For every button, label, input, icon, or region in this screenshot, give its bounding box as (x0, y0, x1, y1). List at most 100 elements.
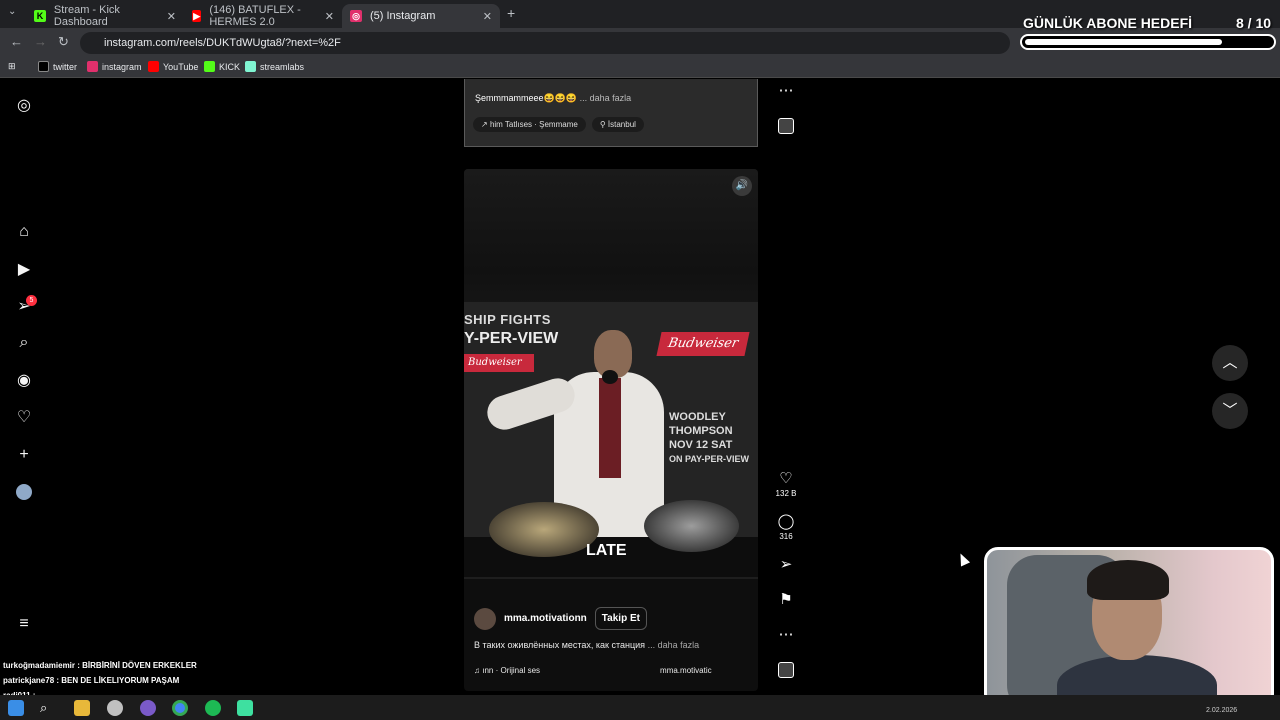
more-link[interactable]: ... daha fazla (580, 93, 632, 103)
more-link[interactable]: ... daha fazla (648, 640, 700, 650)
sponsor-logo: Budweiser (464, 354, 534, 372)
bookmark-kick[interactable]: KICK (204, 61, 240, 72)
bookmarks-bar: ⊞ twitter instagram YouTube KICK streaml… (0, 56, 1280, 78)
tab-title: Stream - Kick Dashboard (53, 4, 120, 28)
back-button[interactable]: ← (10, 34, 23, 49)
bookmark-streamlabs[interactable]: streamlabs (245, 61, 304, 72)
windows-taskbar: ⌕ 2.02.2026 (0, 695, 1280, 720)
chat-message: patrickjane78 : BEN DE LİKELIYORUM PAŞAM (3, 676, 180, 685)
bookmark-instagram[interactable]: instagram (87, 61, 142, 72)
username[interactable]: mma.motivationn (504, 613, 587, 624)
share-icon: ➢ (779, 556, 793, 573)
bookmark-twitter[interactable]: twitter (38, 61, 77, 72)
instagram-icon (87, 61, 98, 72)
audio-owner: mma.motivatic (660, 666, 712, 675)
banner-text: Y-PER-VIEW (464, 330, 559, 347)
video-frame: SHIP FIGHTS Y-PER-VIEW Budweiser Budweis… (464, 302, 758, 577)
current-reel[interactable]: 🔊 SHIP FIGHTS Y-PER-VIEW Budweiser Budwe… (464, 169, 758, 691)
reel-video[interactable]: 🔊 SHIP FIGHTS Y-PER-VIEW Budweiser Budwe… (464, 169, 758, 579)
kick-icon: K (34, 10, 46, 22)
tab-search-button[interactable]: ⌄ (8, 6, 16, 17)
microphone (602, 370, 618, 384)
banner-text: SHIP FIGHTS (464, 312, 551, 327)
sponsor-logo: Budweiser (656, 332, 750, 356)
audio-pill[interactable]: ↗ him Tatlıses · Şemmame (473, 117, 586, 132)
audio-label: ınn · Orijinal ses (482, 666, 541, 675)
bookmark-youtube[interactable]: YouTube (148, 61, 198, 72)
audio-label: him Tatlıses · Şemmame (489, 120, 578, 129)
avatar[interactable] (474, 607, 496, 630)
event-line: WOODLEY (669, 411, 726, 423)
reel-owner: mma.motivationn Takip Et (474, 607, 647, 630)
close-icon[interactable]: ✕ (325, 10, 334, 23)
menu-icon[interactable]: ≡ (14, 614, 34, 634)
home-icon[interactable]: ⌂ (14, 222, 34, 242)
event-line: NOV 12 SAT (669, 439, 733, 451)
share-button[interactable]: ➢ (772, 557, 800, 573)
volume-icon[interactable]: 🔊 (732, 176, 752, 196)
chat-message: turkoğmadamiemir : BİRBİRİNİ DÖVEN ERKEK… (3, 661, 197, 670)
previous-reel-button[interactable]: ︿ (1212, 345, 1248, 381)
next-reel-button[interactable]: ﹀ (1212, 393, 1248, 429)
search-icon[interactable]: ⌕ (14, 333, 34, 353)
spotify-icon[interactable] (205, 700, 221, 716)
location-pill[interactable]: ⚲ İstanbul (591, 117, 644, 132)
location-icon: ⚲ (599, 120, 608, 129)
heart-icon[interactable]: ♡ (14, 407, 34, 427)
create-icon[interactable]: + (14, 445, 34, 465)
chrome-icon[interactable] (172, 700, 188, 716)
search-icon[interactable]: ⌕ (40, 700, 56, 716)
bookmark-label: twitter (53, 61, 78, 72)
streamlabs-icon[interactable] (237, 700, 253, 716)
like-count: 132 B (775, 489, 797, 498)
bookmark-label: instagram (102, 61, 142, 72)
file-explorer-icon[interactable] (74, 700, 90, 716)
explore-icon[interactable]: ◉ (14, 370, 34, 390)
more-options-button[interactable]: ⋯ (772, 627, 800, 643)
streamer-hair (1087, 560, 1169, 600)
reel-audio[interactable]: ♫ ınn · Orijinal ses mma.motivatic (474, 666, 712, 675)
windows-start-icon[interactable] (8, 700, 24, 716)
comment-count: 316 (779, 532, 793, 541)
sidebar-nav: ◎ ⌂ ▶ ➢ 5 ⌕ ◉ ♡ + ≡ (0, 79, 48, 695)
reload-button[interactable]: ↻ (58, 34, 69, 50)
location-label: İstanbul (607, 120, 636, 129)
streamlabs-icon (245, 61, 256, 72)
previous-reel[interactable]: Şemmmammeee😆😆😆 ... daha fazla ↗ him Tatl… (464, 79, 758, 147)
url-field[interactable]: instagram.com/reels/DUKTdWUgta8/?next=%2… (80, 32, 1010, 54)
reel-description: В таких оживлённых местах, как станция .… (474, 640, 699, 650)
youtube-icon (148, 61, 159, 72)
chat-text: BİRBİRİNİ DÖVEN ERKEKLER (82, 661, 197, 670)
audio-thumbnail[interactable] (778, 662, 794, 678)
apps-icon[interactable]: ⊞ (8, 61, 16, 72)
caption-text: Şemmmammeee😆😆😆 (475, 93, 578, 103)
close-icon[interactable]: ✕ (167, 10, 176, 23)
tab-kick-dashboard[interactable]: K Stream - Kick Dashboard ✕ (26, 4, 184, 28)
close-icon[interactable]: ✕ (483, 10, 492, 23)
app-icon[interactable] (107, 700, 123, 716)
like-button[interactable]: ♡ 132 B (772, 470, 800, 499)
kick-icon (204, 61, 215, 72)
audio-thumbnail[interactable] (778, 118, 794, 134)
comment-button[interactable]: ◯ 316 (772, 514, 800, 542)
chat-user: patrickjane78 (3, 676, 55, 685)
chat-text: BEN DE LİKELIYORUM PAŞAM (61, 676, 180, 685)
discord-icon[interactable] (140, 700, 156, 716)
reel-meta: ↗ him Tatlıses · Şemmame ⚲ İstanbul (473, 117, 644, 132)
reels-icon[interactable]: ▶ (14, 259, 34, 279)
chevron-down-icon: ﹀ (1222, 402, 1238, 419)
save-button[interactable]: ⚑ (772, 592, 800, 608)
event-line: THOMPSON (669, 425, 733, 437)
more-options-icon[interactable]: ⋯ (772, 83, 800, 99)
more-icon: ⋯ (778, 626, 794, 643)
follow-button[interactable]: Takip Et (594, 607, 647, 630)
tab-instagram[interactable]: ◎ (5) Instagram ✕ (342, 4, 500, 28)
new-tab-button[interactable]: + (507, 5, 515, 21)
heart-icon: ♡ (779, 470, 793, 487)
event-text: WOODLEY THOMPSON NOV 12 SAT ON PAY-PER-V… (669, 410, 749, 466)
tab-youtube[interactable]: ▶ (146) BATUFLEX - HERMES 2.0 ✕ (184, 4, 342, 28)
subscriber-goal-widget: GÜNLÜK ABONE HEDEFİ 8 / 10 (1018, 10, 1280, 56)
profile-avatar[interactable] (14, 482, 34, 502)
forward-button[interactable]: → (34, 34, 47, 49)
instagram-logo-icon[interactable]: ◎ (14, 95, 34, 115)
